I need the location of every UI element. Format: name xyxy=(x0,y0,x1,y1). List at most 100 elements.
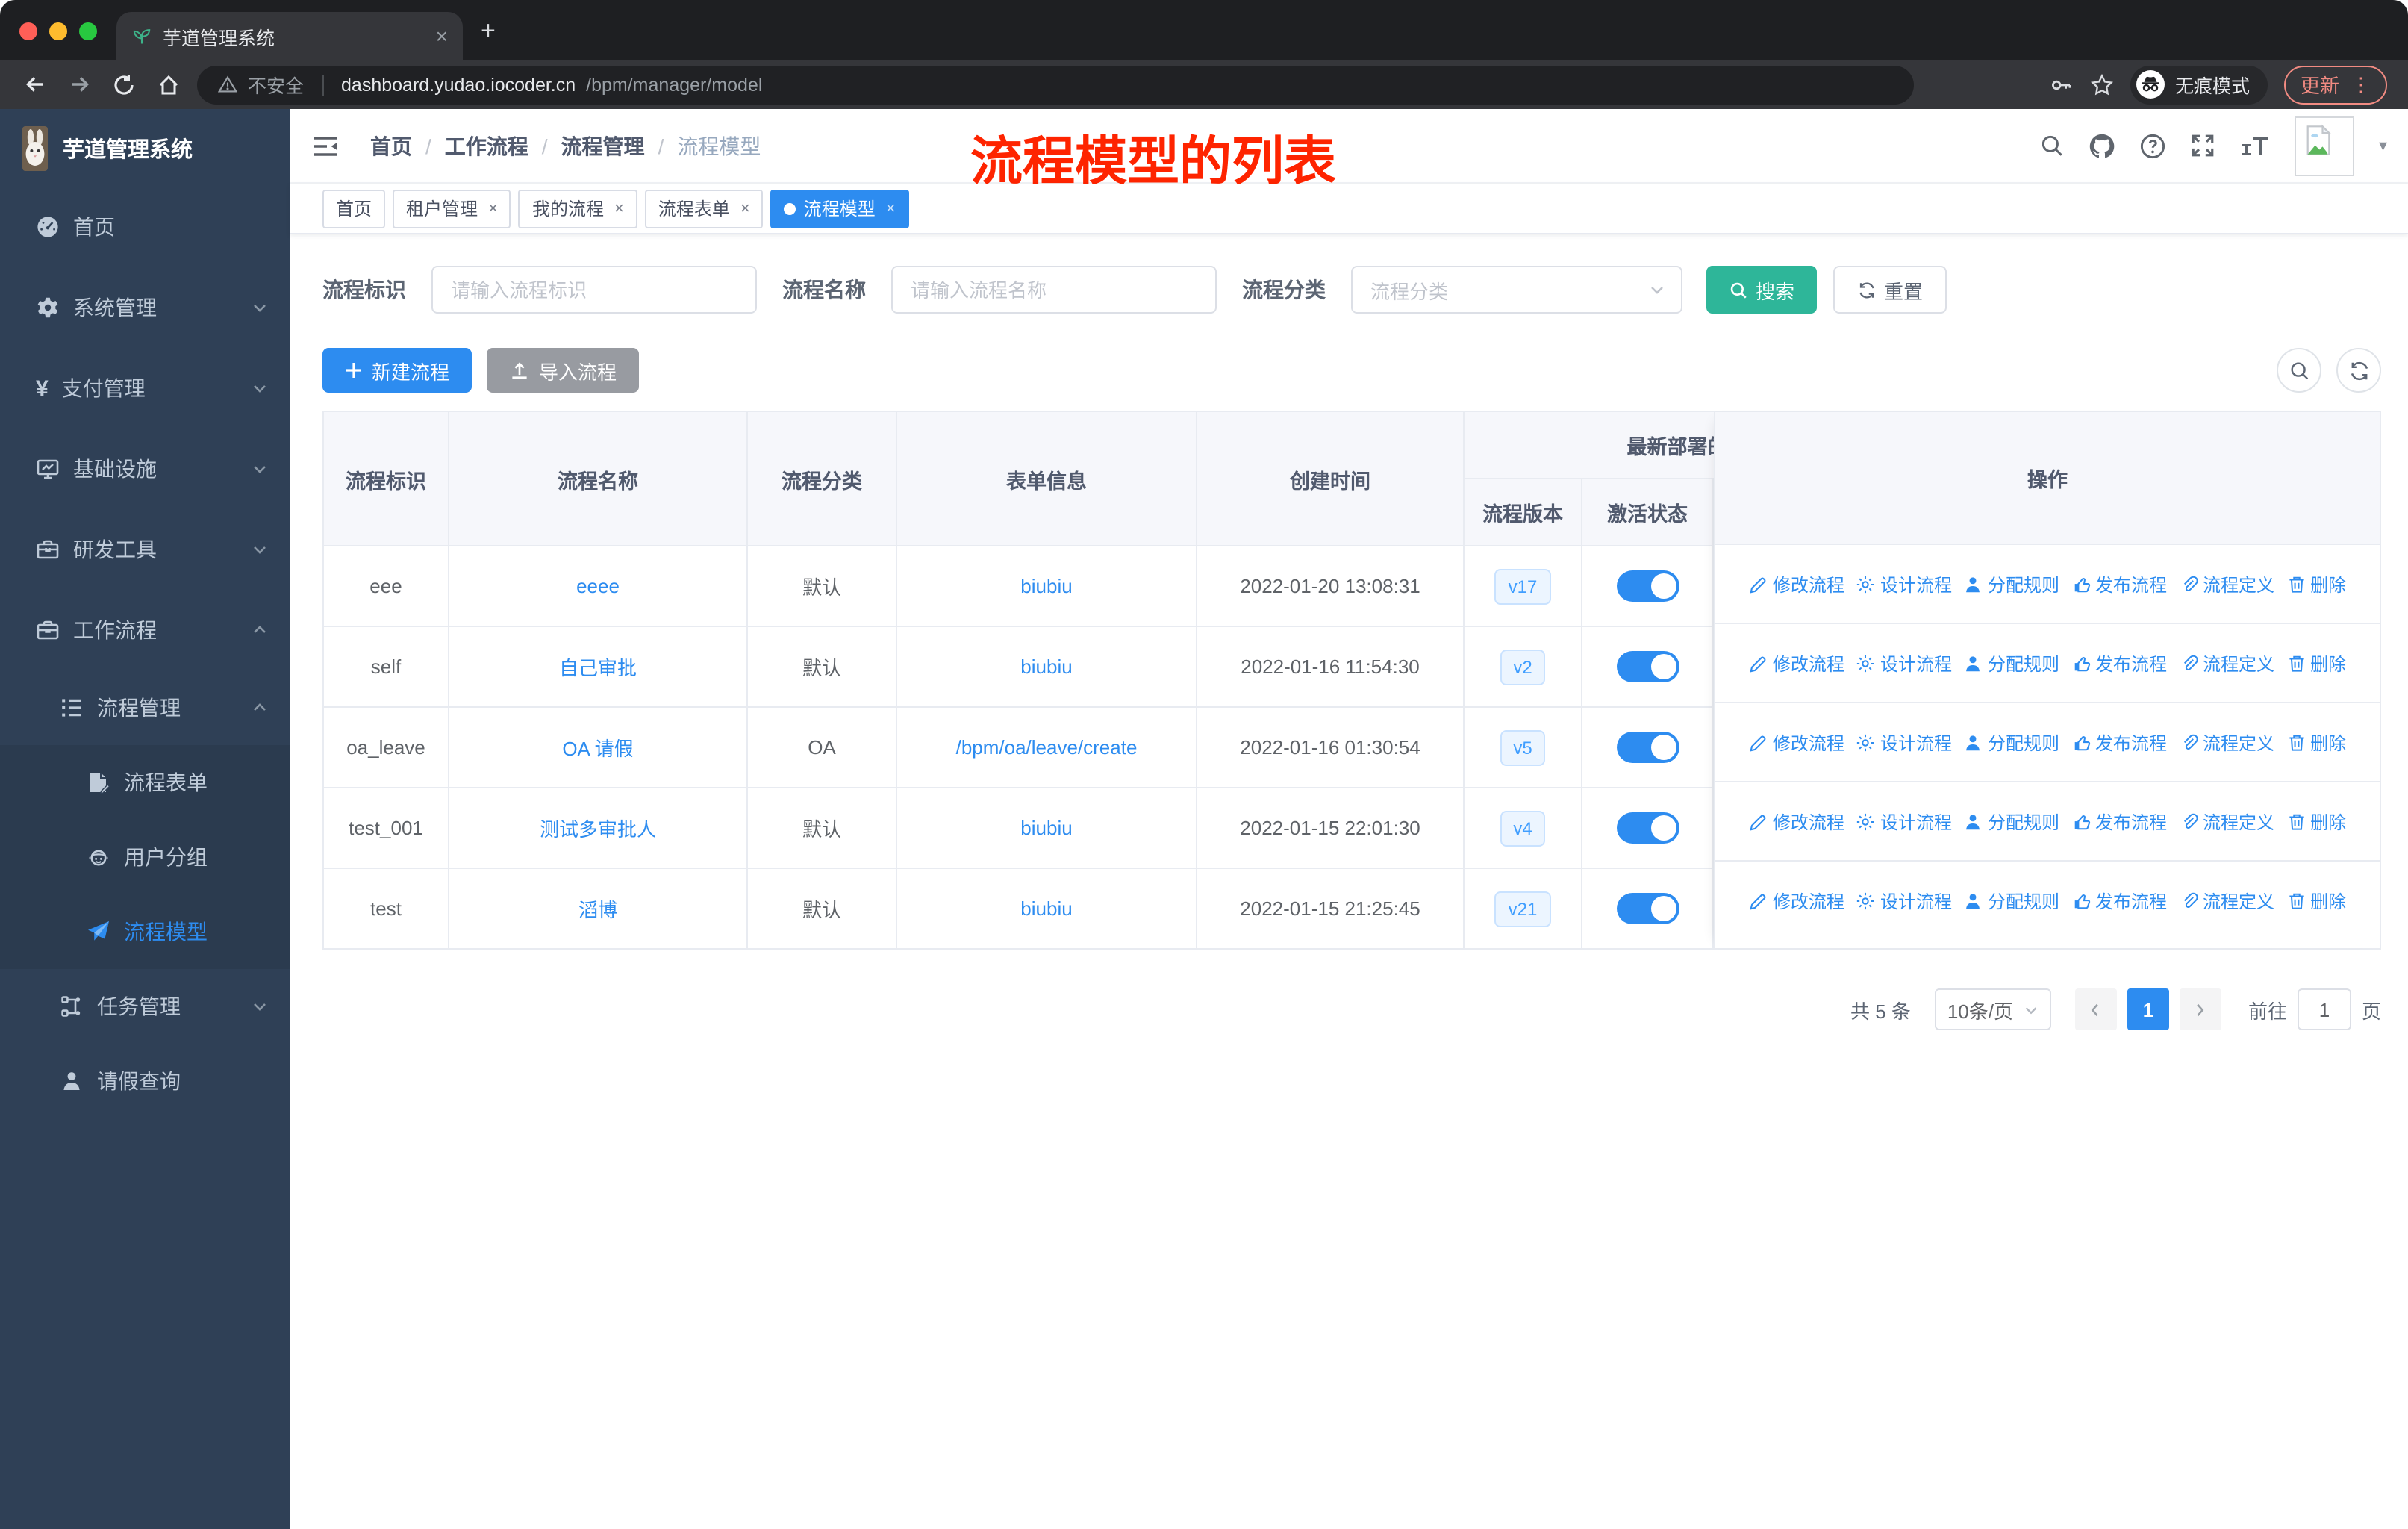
op-design-link[interactable]: 设计流程 xyxy=(1856,571,1952,597)
op-assign-link[interactable]: 分配规则 xyxy=(1964,809,2059,834)
op-edit-link[interactable]: 修改流程 xyxy=(1749,809,1844,834)
form-info-link[interactable]: biubiu xyxy=(1020,575,1072,597)
tag-process-form[interactable]: 流程表单 × xyxy=(644,189,764,228)
search-button[interactable]: 搜索 xyxy=(1706,266,1818,314)
form-info-link[interactable]: biubiu xyxy=(1020,897,1072,920)
op-definition-link[interactable]: 流程定义 xyxy=(2179,571,2274,597)
update-button[interactable]: 更新 ⋮ xyxy=(2283,65,2387,104)
sidebar-item-task-mgmt[interactable]: 任务管理 xyxy=(0,969,290,1044)
current-page-button[interactable]: 1 xyxy=(2127,988,2169,1030)
op-publish-link[interactable]: 发布流程 xyxy=(2071,650,2167,676)
op-delete-link[interactable]: 删除 xyxy=(2286,729,2346,755)
process-id-input[interactable] xyxy=(431,266,757,314)
key-icon[interactable] xyxy=(2050,72,2074,96)
breadcrumb-item[interactable]: 工作流程 xyxy=(445,131,528,161)
tag-process-model[interactable]: 流程模型 × xyxy=(770,189,909,228)
form-info-link[interactable]: biubiu xyxy=(1020,655,1072,678)
minimize-window-button[interactable] xyxy=(49,22,67,40)
active-toggle[interactable] xyxy=(1616,651,1679,682)
op-assign-link[interactable]: 分配规则 xyxy=(1964,888,2059,914)
op-definition-link[interactable]: 流程定义 xyxy=(2179,809,2274,834)
tag-tenant[interactable]: 租户管理 × xyxy=(393,189,511,228)
op-assign-link[interactable]: 分配规则 xyxy=(1964,650,2059,676)
op-design-link[interactable]: 设计流程 xyxy=(1856,888,1952,914)
op-edit-link[interactable]: 修改流程 xyxy=(1749,888,1844,914)
create-process-button[interactable]: 新建流程 xyxy=(322,348,472,393)
breadcrumb-item[interactable]: 流程模型 xyxy=(677,131,761,161)
next-page-button[interactable] xyxy=(2179,988,2221,1030)
avatar[interactable] xyxy=(2295,116,2355,175)
op-publish-link[interactable]: 发布流程 xyxy=(2071,729,2167,755)
version-badge[interactable]: v5 xyxy=(1500,729,1546,765)
tag-close-icon[interactable]: × xyxy=(886,199,896,217)
sidebar-collapse-icon[interactable] xyxy=(311,132,340,159)
active-toggle[interactable] xyxy=(1616,732,1679,763)
version-badge[interactable]: v2 xyxy=(1500,649,1546,685)
refresh-table-button[interactable] xyxy=(2336,348,2381,393)
goto-page-input[interactable] xyxy=(2297,988,2351,1030)
process-name-link[interactable]: 测试多审批人 xyxy=(540,814,656,842)
show-search-button[interactable] xyxy=(2277,348,2321,393)
import-process-button[interactable]: 导入流程 xyxy=(487,348,640,393)
op-assign-link[interactable]: 分配规则 xyxy=(1964,571,2059,597)
sidebar-item-process-model[interactable]: 流程模型 xyxy=(0,894,290,969)
breadcrumb-item[interactable]: 首页 xyxy=(370,131,412,161)
prev-page-button[interactable] xyxy=(2074,988,2117,1030)
sidebar-item-process-mgmt[interactable]: 流程管理 xyxy=(0,670,290,745)
tag-close-icon[interactable]: × xyxy=(614,199,624,217)
process-name-link[interactable]: 滔博 xyxy=(578,894,617,923)
sidebar-item-workflow[interactable]: 工作流程 xyxy=(0,590,290,670)
sidebar-item-process-form[interactable]: 流程表单 xyxy=(0,745,290,820)
op-design-link[interactable]: 设计流程 xyxy=(1856,650,1952,676)
version-badge[interactable]: v4 xyxy=(1500,810,1546,846)
sidebar-item-payment[interactable]: ¥ 支付管理 xyxy=(0,348,290,429)
form-info-link[interactable]: biubiu xyxy=(1020,817,1072,839)
sidebar-item-devtools[interactable]: 研发工具 xyxy=(0,509,290,590)
sidebar-item-home[interactable]: 首页 xyxy=(0,187,290,267)
tag-home[interactable]: 首页 xyxy=(322,189,386,228)
sidebar-item-user-group[interactable]: 用户分组 xyxy=(0,820,290,894)
op-definition-link[interactable]: 流程定义 xyxy=(2179,650,2274,676)
zoom-window-button[interactable] xyxy=(79,22,97,40)
fullscreen-icon[interactable] xyxy=(2191,133,2216,158)
home-icon[interactable] xyxy=(146,72,191,96)
forward-icon[interactable] xyxy=(57,72,102,97)
back-icon[interactable] xyxy=(12,72,57,97)
breadcrumb-item[interactable]: 流程管理 xyxy=(561,131,645,161)
op-edit-link[interactable]: 修改流程 xyxy=(1749,729,1844,755)
op-definition-link[interactable]: 流程定义 xyxy=(2179,888,2274,914)
address-bar[interactable]: 不安全 dashboard.yudao.iocoder.cn/bpm/manag… xyxy=(197,65,1914,104)
op-delete-link[interactable]: 删除 xyxy=(2286,650,2346,676)
process-name-input[interactable] xyxy=(891,266,1217,314)
active-toggle[interactable] xyxy=(1616,893,1679,924)
op-publish-link[interactable]: 发布流程 xyxy=(2071,888,2167,914)
app-logo[interactable]: 芋道管理系统 xyxy=(0,109,290,187)
op-delete-link[interactable]: 删除 xyxy=(2286,888,2346,914)
sidebar-item-infra[interactable]: 基础设施 xyxy=(0,429,290,509)
process-name-link[interactable]: eeee xyxy=(576,575,620,597)
op-edit-link[interactable]: 修改流程 xyxy=(1749,571,1844,597)
font-size-icon[interactable] xyxy=(2240,134,2271,158)
chevron-down-icon[interactable]: ▾ xyxy=(2379,136,2387,155)
version-badge[interactable]: v17 xyxy=(1494,568,1551,604)
search-icon[interactable] xyxy=(2040,133,2065,158)
version-badge[interactable]: v21 xyxy=(1494,891,1551,927)
process-category-select[interactable]: 流程分类 xyxy=(1351,266,1682,314)
process-name-link[interactable]: 自己审批 xyxy=(559,653,637,681)
sidebar-item-system[interactable]: 系统管理 xyxy=(0,267,290,348)
op-design-link[interactable]: 设计流程 xyxy=(1856,729,1952,755)
op-design-link[interactable]: 设计流程 xyxy=(1856,809,1952,834)
help-icon[interactable] xyxy=(2140,132,2167,159)
sidebar-item-leave-query[interactable]: 请假查询 xyxy=(0,1044,290,1118)
op-delete-link[interactable]: 删除 xyxy=(2286,809,2346,834)
new-tab-button[interactable]: + xyxy=(481,16,496,46)
page-size-select[interactable]: 10条/页 xyxy=(1934,988,2051,1030)
op-delete-link[interactable]: 删除 xyxy=(2286,571,2346,597)
github-icon[interactable] xyxy=(2089,132,2116,159)
active-toggle[interactable] xyxy=(1616,812,1679,844)
form-info-link[interactable]: /bpm/oa/leave/create xyxy=(956,736,1138,759)
reset-button[interactable]: 重置 xyxy=(1833,266,1947,314)
close-window-button[interactable] xyxy=(19,22,37,40)
op-edit-link[interactable]: 修改流程 xyxy=(1749,650,1844,676)
op-publish-link[interactable]: 发布流程 xyxy=(2071,571,2167,597)
